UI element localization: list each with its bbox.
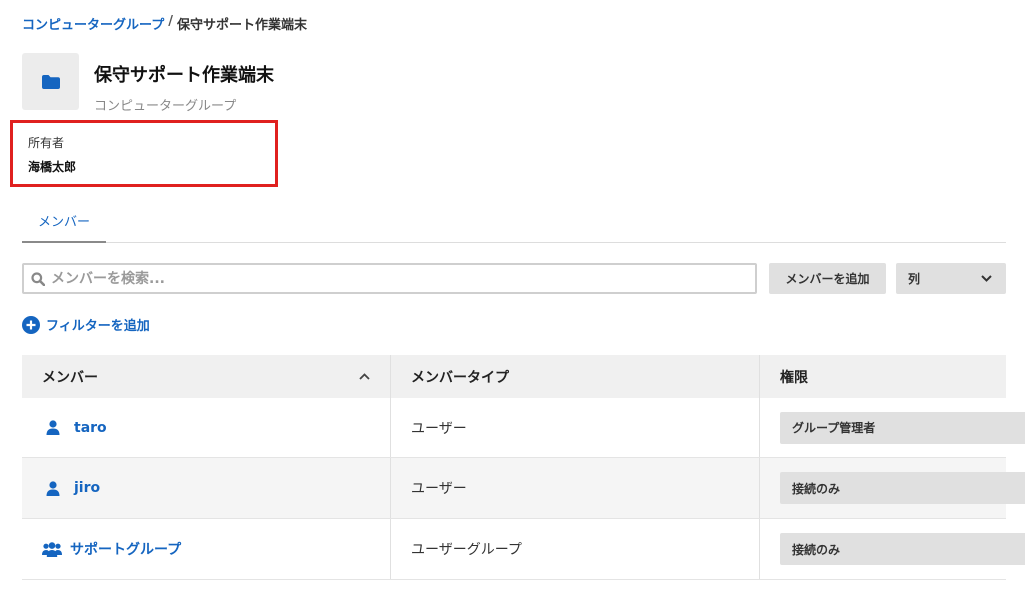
permission-value: 接続のみ xyxy=(792,542,841,557)
member-type: ユーザーグループ xyxy=(390,518,760,580)
breadcrumb-link-computer-group[interactable]: コンピューターグループ xyxy=(22,14,164,33)
member-name: jiro xyxy=(74,480,101,496)
permission-value: 接続のみ xyxy=(792,481,841,496)
columns-dropdown[interactable]: 列 xyxy=(896,263,1006,294)
column-header-member-label: メンバー xyxy=(42,369,98,386)
add-filter-button[interactable]: フィルターを追加 xyxy=(22,315,150,334)
table-row: jiro ユーザー 接続のみ xyxy=(22,457,1025,519)
column-header-permission[interactable]: 権限 xyxy=(759,355,1006,398)
page-title: 保守サポート作業端末 xyxy=(94,65,274,86)
chevron-down-icon xyxy=(981,275,992,282)
member-name: taro xyxy=(74,419,107,436)
member-type: ユーザー xyxy=(390,457,760,519)
tab-members[interactable]: メンバー xyxy=(22,200,106,243)
table-row: taro ユーザー グループ管理者 xyxy=(22,398,1025,458)
breadcrumb-separator: / xyxy=(168,14,173,29)
breadcrumb: コンピューターグループ / 保守サポート作業端末 xyxy=(22,14,307,33)
tab-bar: メンバー xyxy=(22,200,1006,243)
users-icon xyxy=(42,541,62,557)
folder-icon-box xyxy=(22,53,79,110)
column-header-member-type[interactable]: メンバータイプ xyxy=(390,355,760,398)
columns-label: 列 xyxy=(908,272,921,286)
owner-label: 所有者 xyxy=(28,136,65,150)
breadcrumb-current: 保守サポート作業端末 xyxy=(176,18,307,33)
user-icon xyxy=(46,420,66,435)
folder-icon xyxy=(41,74,60,89)
table-row: サポートグループ ユーザーグループ 接続のみ xyxy=(22,518,1025,580)
add-member-button[interactable]: メンバーを追加 xyxy=(769,263,886,294)
chevron-up-icon xyxy=(359,373,370,380)
members-table: メンバー メンバータイプ 権限 taro ユーザー グループ管理者 jiro ユ… xyxy=(22,355,1025,580)
owner-value: 海橋太郎 xyxy=(28,160,77,174)
page-subtitle: コンピューターグループ xyxy=(94,99,237,114)
member-link-support-group[interactable]: サポートグループ xyxy=(42,539,370,559)
owner-section-highlight: 所有者 海橋太郎 xyxy=(10,120,278,187)
member-name: サポートグループ xyxy=(70,542,182,558)
permission-select[interactable]: 接続のみ xyxy=(780,533,1025,565)
search-input[interactable] xyxy=(49,269,755,288)
user-icon xyxy=(46,480,66,496)
search-icon xyxy=(31,271,45,286)
page-header: 保守サポート作業端末 コンピューターグループ xyxy=(22,53,274,114)
table-header-row: メンバー メンバータイプ 権限 xyxy=(22,355,1006,398)
plus-circle-icon xyxy=(22,315,40,334)
permission-select[interactable]: グループ管理者 xyxy=(780,411,1025,444)
permission-value: グループ管理者 xyxy=(792,421,876,435)
member-link-taro[interactable]: taro xyxy=(42,420,370,436)
member-type: ユーザー xyxy=(390,398,760,458)
permission-select[interactable]: 接続のみ xyxy=(780,472,1025,504)
column-header-member[interactable]: メンバー xyxy=(22,355,391,398)
member-link-jiro[interactable]: jiro xyxy=(42,480,370,496)
add-filter-label: フィルターを追加 xyxy=(46,319,150,334)
search-box xyxy=(22,263,757,294)
